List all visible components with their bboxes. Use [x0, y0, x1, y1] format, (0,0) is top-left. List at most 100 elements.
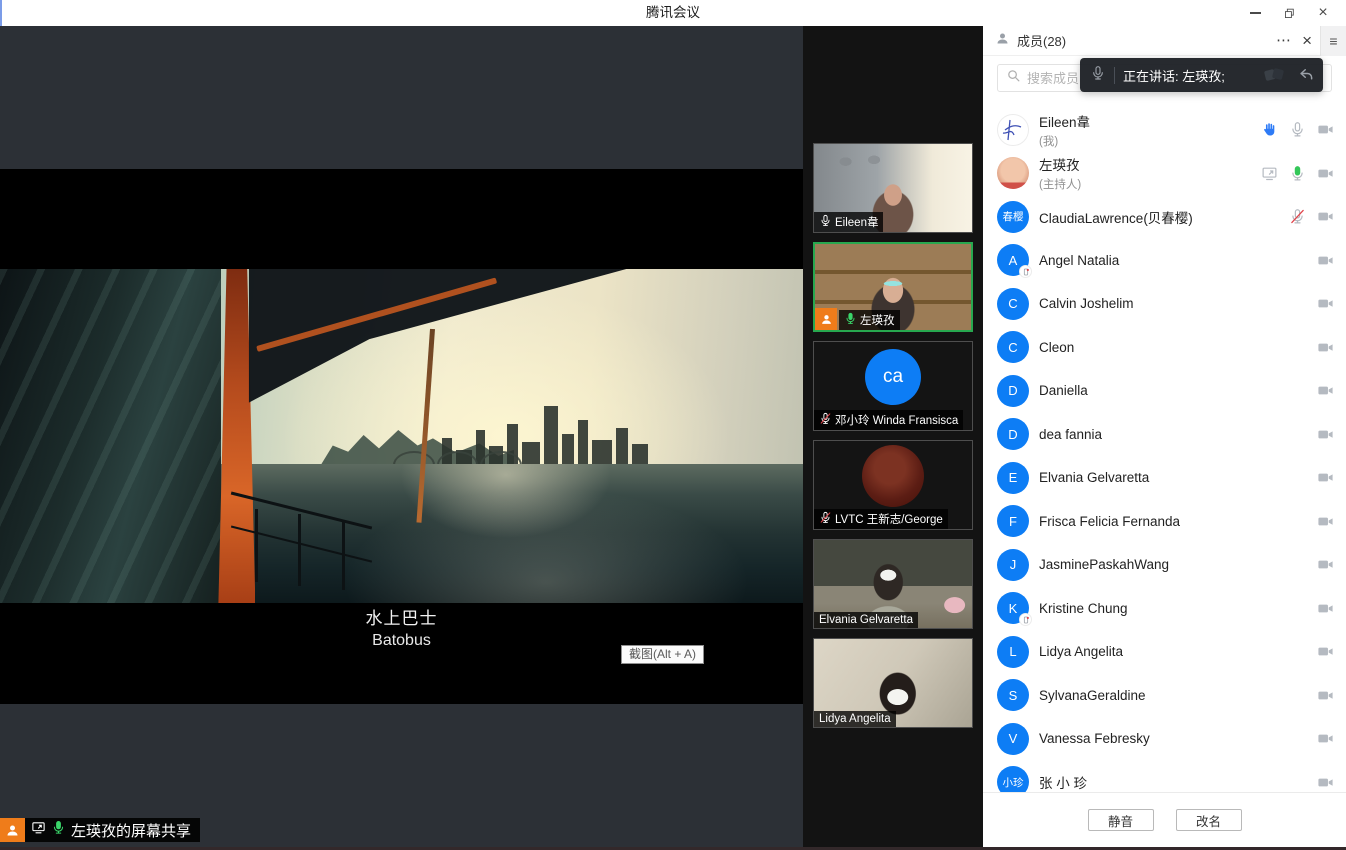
thumbnail-name-chip: Eileen韋 — [814, 212, 883, 232]
member-name: Angel Natalia — [1039, 253, 1119, 268]
member-avatar: A — [997, 244, 1029, 276]
meeting-logo-icon — [1261, 64, 1289, 86]
thumbnail-name: LVTC 王新志/George — [835, 511, 943, 527]
member-row[interactable]: Ddea fannia — [983, 413, 1346, 457]
member-role: (主持人) — [1039, 176, 1081, 192]
video-thumbnail[interactable]: 左瑛孜 — [813, 242, 973, 332]
rename-button[interactable]: 改名 — [1176, 809, 1242, 831]
video-thumbnail[interactable]: Elvania Gelvaretta — [813, 539, 973, 629]
close-icon: × — [1318, 4, 1327, 22]
video-thumbnail[interactable]: Lidya Angelita — [813, 638, 973, 728]
camera-icon[interactable] — [1317, 730, 1334, 747]
member-row[interactable]: 左瑛孜 (主持人) — [983, 152, 1346, 196]
screenshot-button[interactable]: 截图(Alt + A) — [621, 645, 704, 664]
member-row[interactable]: K Kristine Chung — [983, 587, 1346, 631]
camera-icon[interactable] — [1317, 556, 1334, 573]
toast-divider — [1114, 67, 1115, 84]
mic-icon[interactable] — [1289, 121, 1306, 138]
member-row[interactable]: DDaniella — [983, 369, 1346, 413]
member-avatar: D — [997, 418, 1029, 450]
screen-share-icon[interactable] — [1261, 165, 1278, 182]
mic-muted-icon — [819, 412, 832, 428]
member-avatar: 小珍 — [997, 766, 1029, 792]
shared-video-frame — [0, 269, 803, 603]
restore-icon — [1283, 7, 1296, 20]
mic-on-icon[interactable] — [1289, 165, 1306, 182]
thumbnail-name-chip: LVTC 王新志/George — [814, 509, 948, 529]
member-row[interactable]: CCalvin Joshelim — [983, 282, 1346, 326]
camera-icon[interactable] — [1317, 774, 1334, 791]
camera-icon[interactable] — [1317, 643, 1334, 660]
search-icon — [1006, 68, 1021, 88]
mic-muted-icon[interactable] — [1289, 208, 1306, 225]
camera-icon[interactable] — [1317, 426, 1334, 443]
member-name: 张 小 珍 — [1039, 772, 1087, 792]
camera-icon[interactable] — [1317, 600, 1334, 617]
member-row[interactable]: CCleon — [983, 326, 1346, 370]
thumbnail-name-chip: Elvania Gelvaretta — [814, 612, 918, 628]
raise-hand-icon[interactable] — [1261, 121, 1278, 138]
member-row[interactable]: FFrisca Felicia Fernanda — [983, 500, 1346, 544]
member-name: 左瑛孜 — [1039, 154, 1081, 174]
member-name: ClaudiaLawrence(贝春樱) — [1039, 207, 1193, 227]
member-avatar: S — [997, 679, 1029, 711]
camera-icon[interactable] — [1317, 469, 1334, 486]
mic-icon — [819, 214, 832, 230]
members-header: 成员(28) ⋯ × ≡ — [983, 26, 1346, 56]
member-row[interactable]: EElvania Gelvaretta — [983, 456, 1346, 500]
member-row[interactable]: LLidya Angelita — [983, 630, 1346, 674]
mic-on-icon — [51, 820, 66, 840]
member-row[interactable]: Eileen韋(我) — [983, 108, 1346, 152]
minimize-icon — [1250, 12, 1261, 14]
camera-icon[interactable] — [1317, 687, 1334, 704]
video-thumbnail[interactable]: LVTC 王新志/George — [813, 440, 973, 530]
member-row[interactable]: A Angel Natalia — [983, 239, 1346, 283]
camera-icon[interactable] — [1317, 295, 1334, 312]
camera-icon[interactable] — [1317, 208, 1334, 225]
member-avatar: K — [997, 592, 1029, 624]
close-panel-icon[interactable]: × — [1302, 34, 1312, 48]
video-caption: 水上巴士 Batobus — [0, 604, 803, 650]
member-row[interactable]: JJasminePaskahWang — [983, 543, 1346, 587]
member-name: Kristine Chung — [1039, 601, 1128, 616]
member-row[interactable]: 春樱ClaudiaLawrence(贝春樱) — [983, 195, 1346, 239]
thumbnail-avatar — [862, 445, 924, 507]
member-badge-icon — [815, 308, 837, 330]
reply-arrow-icon[interactable] — [1297, 66, 1315, 84]
member-name: Elvania Gelvaretta — [1039, 470, 1149, 485]
member-name: Eileen韋 — [1039, 111, 1090, 131]
close-window-button[interactable]: × — [1308, 1, 1338, 25]
camera-icon[interactable] — [1317, 121, 1334, 138]
member-name: dea fannia — [1039, 427, 1102, 442]
camera-icon[interactable] — [1317, 382, 1334, 399]
restore-button[interactable] — [1274, 1, 1304, 25]
camera-icon[interactable] — [1317, 165, 1334, 182]
panel-menu-icon[interactable]: ≡ — [1320, 26, 1346, 56]
members-list[interactable]: Eileen韋(我)左瑛孜 (主持人) 春樱ClaudiaLawrence(贝春樱)… — [983, 98, 1346, 792]
more-icon[interactable]: ⋯ — [1276, 36, 1292, 46]
thumbnail-name-chip: Lidya Angelita — [814, 711, 896, 727]
thumbnail-name-chip: 邓小玲 Winda Fransisca — [814, 410, 963, 430]
window-controls: × — [1240, 0, 1338, 26]
camera-icon[interactable] — [1317, 513, 1334, 530]
camera-icon[interactable] — [1317, 339, 1334, 356]
mute-button[interactable]: 静音 — [1088, 809, 1154, 831]
member-row[interactable]: 小珍张 小 珍 — [983, 761, 1346, 793]
video-thumbnail-strip[interactable]: Eileen韋左瑛孜 ca邓小玲 Winda Fransisca LVTC 王新志/… — [803, 26, 983, 850]
member-row[interactable]: SSylvanaGeraldine — [983, 674, 1346, 718]
video-thumbnail[interactable]: ca邓小玲 Winda Fransisca — [813, 341, 973, 431]
member-avatar — [997, 114, 1029, 146]
member-name: Calvin Joshelim — [1039, 296, 1134, 311]
screen-share-icon — [31, 820, 46, 840]
minimize-button[interactable] — [1240, 1, 1270, 25]
member-row[interactable]: VVanessa Febresky — [983, 717, 1346, 761]
thumbnail-name-chip: 左瑛孜 — [839, 310, 900, 330]
video-boat-railing — [229, 509, 374, 589]
thumbnail-name: Elvania Gelvaretta — [819, 614, 913, 626]
thumbnail-name: Lidya Angelita — [819, 713, 891, 725]
video-thumbnail[interactable]: Eileen韋 — [813, 143, 973, 233]
camera-icon[interactable] — [1317, 252, 1334, 269]
members-panel: 成员(28) ⋯ × ≡ 正在讲话: 左瑛孜; Eileen韋(我)左瑛孜(主持… — [983, 26, 1346, 850]
window-title: 腾讯会议 — [0, 0, 1346, 26]
thumbnail-name: 左瑛孜 — [860, 312, 895, 328]
